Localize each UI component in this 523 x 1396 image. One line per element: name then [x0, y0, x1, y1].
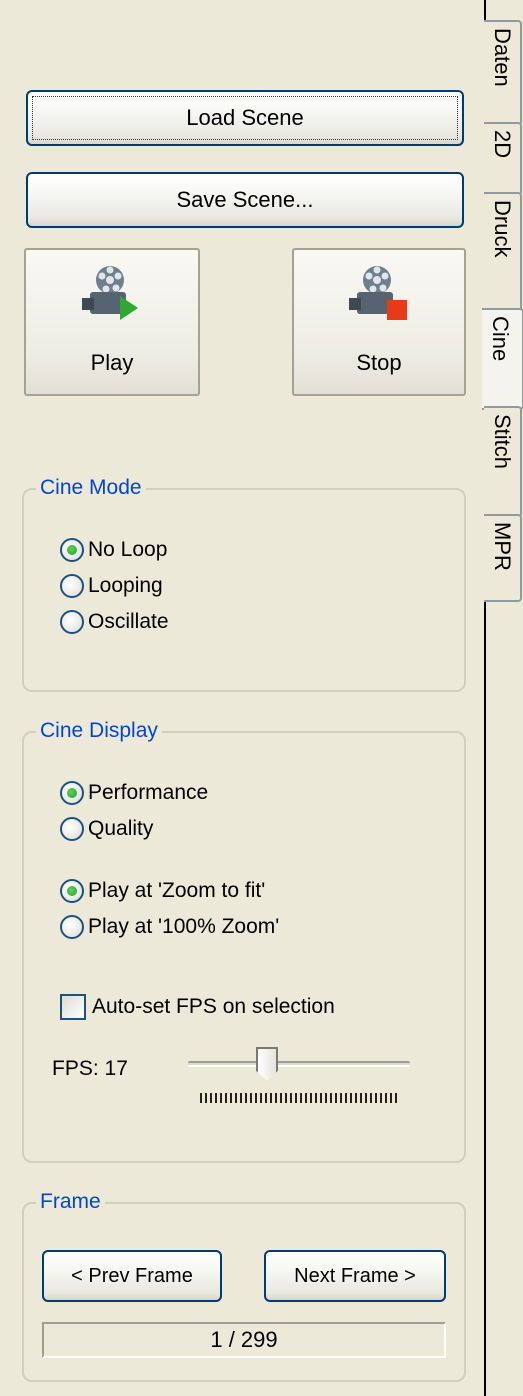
performance-radio[interactable]: Performance	[60, 775, 208, 811]
checkbox-box[interactable]	[60, 994, 86, 1020]
zoom-100-radio[interactable]: Play at '100% Zoom'	[60, 909, 279, 945]
tab-daten-label: Daten	[490, 28, 515, 87]
no-loop-label: No Loop	[88, 538, 168, 561]
slider-ticks	[200, 1093, 400, 1103]
next-frame-button[interactable]: Next Frame >	[264, 1250, 446, 1302]
stop-button[interactable]: Stop	[292, 248, 466, 396]
tab-mpr[interactable]: MPR	[484, 514, 522, 602]
play-label: Play	[90, 350, 134, 375]
zoom-100-label: Play at '100% Zoom'	[88, 915, 280, 938]
oscillate-label: Oscillate	[88, 610, 169, 633]
cine-display-title: Cine Display	[36, 717, 162, 745]
oscillate-radio[interactable]: Oscillate	[60, 604, 169, 640]
tab-druck-label: Druck	[490, 200, 515, 258]
tab-cine[interactable]: Cine	[482, 308, 523, 410]
cine-mode-group: Cine Mode No Loop Looping Oscillate	[22, 474, 466, 692]
frame-counter-value: 1 / 299	[210, 1327, 278, 1352]
no-loop-radio[interactable]: No Loop	[60, 532, 169, 568]
cine-display-group: Cine Display Performance Quality Play at…	[22, 717, 466, 1163]
performance-label: Performance	[88, 781, 209, 804]
auto-fps-checkbox[interactable]: Auto-set FPS on selection	[60, 989, 335, 1025]
save-scene-button[interactable]: Save Scene...	[26, 172, 464, 228]
tab-daten[interactable]: Daten	[484, 20, 522, 126]
frame-title: Frame	[36, 1188, 105, 1216]
tab-stitch[interactable]: Stitch	[484, 406, 522, 518]
fps-slider[interactable]	[188, 1037, 410, 1103]
tab-2d-label: 2D	[490, 130, 515, 159]
prev-frame-button[interactable]: < Prev Frame	[42, 1250, 222, 1302]
radio-indicator[interactable]	[60, 538, 84, 562]
film-reel-stop-icon	[349, 266, 407, 320]
radio-indicator[interactable]	[60, 879, 84, 903]
fps-label: FPS: 17	[52, 1057, 128, 1080]
stop-label: Stop	[356, 350, 402, 375]
radio-indicator[interactable]	[60, 574, 84, 598]
auto-fps-label: Auto-set FPS on selection	[92, 995, 335, 1018]
vertical-tab-strip: Daten 2D Druck Cine Stitch MPR	[482, 0, 523, 1396]
looping-radio[interactable]: Looping	[60, 568, 169, 604]
quality-radio[interactable]: Quality	[60, 811, 208, 847]
next-frame-label: Next Frame >	[294, 1264, 416, 1287]
tab-2d[interactable]: 2D	[484, 122, 522, 196]
quality-label: Quality	[88, 817, 154, 840]
slider-track	[188, 1061, 410, 1067]
prev-frame-label: < Prev Frame	[71, 1264, 193, 1287]
radio-indicator[interactable]	[60, 610, 84, 634]
tab-druck[interactable]: Druck	[484, 192, 522, 312]
film-reel-play-icon	[82, 266, 138, 320]
save-scene-label: Save Scene...	[176, 187, 314, 212]
tab-mpr-label: MPR	[490, 522, 515, 571]
zoom-to-fit-label: Play at 'Zoom to fit'	[88, 879, 266, 902]
frame-counter: 1 / 299	[42, 1322, 446, 1358]
radio-indicator[interactable]	[60, 915, 84, 939]
frame-group: Frame < Prev Frame Next Frame > 1 / 299	[22, 1188, 466, 1382]
radio-indicator[interactable]	[60, 817, 84, 841]
tab-stitch-label: Stitch	[490, 414, 515, 470]
looping-label: Looping	[88, 574, 163, 597]
load-scene-label: Load Scene	[186, 105, 304, 130]
radio-indicator[interactable]	[60, 781, 84, 805]
slider-thumb[interactable]	[256, 1047, 278, 1081]
tab-cine-label: Cine	[488, 316, 513, 362]
load-scene-button[interactable]: Load Scene	[26, 90, 464, 146]
zoom-to-fit-radio[interactable]: Play at 'Zoom to fit'	[60, 873, 279, 909]
play-button[interactable]: Play	[24, 248, 200, 396]
cine-mode-title: Cine Mode	[36, 474, 146, 502]
